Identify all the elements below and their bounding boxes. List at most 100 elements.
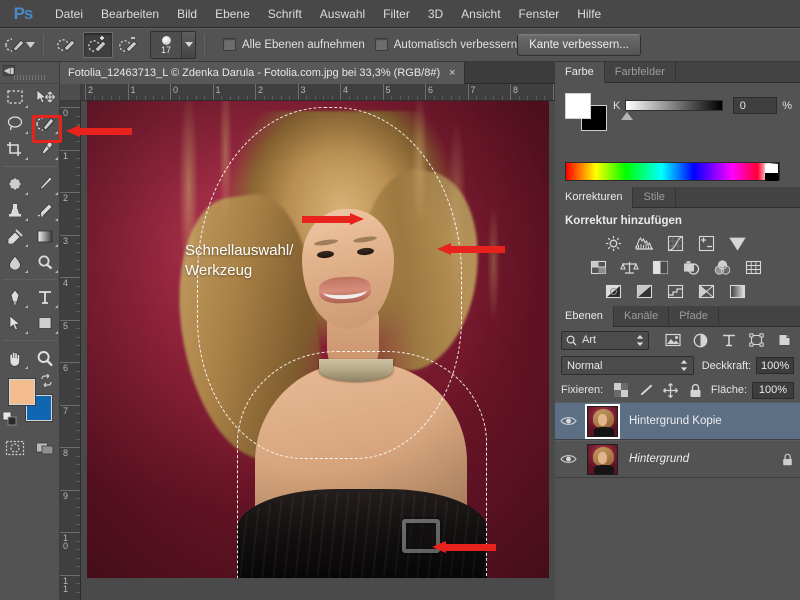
menu-filter[interactable]: Filter xyxy=(374,0,419,28)
menu-schrift[interactable]: Schrift xyxy=(259,0,311,28)
brush-size-picker[interactable]: 17 xyxy=(150,30,196,59)
tab-farbe[interactable]: Farbe xyxy=(555,62,605,83)
zoom-tool[interactable] xyxy=(30,345,60,371)
tools-panel-grip[interactable] xyxy=(14,75,46,80)
menu-datei[interactable]: Datei xyxy=(46,0,92,28)
layer-visibility-toggle[interactable] xyxy=(555,415,581,427)
eraser-tool[interactable] xyxy=(0,223,30,249)
default-colors-icon[interactable] xyxy=(2,411,17,429)
menu-ebene[interactable]: Ebene xyxy=(206,0,259,28)
history-brush-tool[interactable] xyxy=(30,197,60,223)
filter-smart-object-icon[interactable] xyxy=(775,331,794,350)
lock-all-icon[interactable] xyxy=(687,382,704,399)
spot-healing-brush-tool[interactable] xyxy=(0,171,30,197)
auto-enhance-checkbox-group[interactable]: Automatisch verbessern xyxy=(374,38,517,51)
quick-selection-tool-icon[interactable] xyxy=(4,32,26,58)
photo-filter-icon[interactable] xyxy=(680,258,702,277)
close-icon[interactable]: × xyxy=(449,67,455,79)
brightness-contrast-icon[interactable] xyxy=(603,234,625,253)
tab-farbfelder[interactable]: Farbfelder xyxy=(605,62,676,83)
layer-thumbnail[interactable] xyxy=(586,443,618,475)
all-layers-checkbox[interactable] xyxy=(223,38,236,51)
black-white-icon[interactable] xyxy=(649,258,671,277)
menu-bild[interactable]: Bild xyxy=(168,0,206,28)
hand-tool[interactable] xyxy=(0,345,30,371)
vertical-ruler[interactable]: 0 1 2 3 4 5 6 7 8 9 1 0 1 1 xyxy=(60,101,81,600)
lock-image-icon[interactable] xyxy=(637,382,654,399)
layer-thumbnail-cell[interactable] xyxy=(581,403,623,439)
tab-pfade[interactable]: Pfade xyxy=(669,306,719,327)
ruler-corner[interactable] xyxy=(60,84,81,101)
all-layers-checkbox-group[interactable]: Alle Ebenen aufnehmen xyxy=(223,38,365,51)
menu-auswahl[interactable]: Auswahl xyxy=(311,0,374,28)
tool-preset-chevron-down-icon[interactable] xyxy=(26,32,35,58)
curves-icon[interactable] xyxy=(665,234,687,253)
brush-chevron-down-icon[interactable] xyxy=(181,31,195,58)
auto-enhance-checkbox[interactable] xyxy=(374,38,388,51)
canvas-area[interactable]: Schnellauswahl/ Werkzeug xyxy=(81,101,555,600)
exposure-icon[interactable] xyxy=(696,234,718,253)
gradient-tool[interactable] xyxy=(30,223,60,249)
rectangle-tool[interactable] xyxy=(30,310,60,336)
invert-icon[interactable] xyxy=(603,282,625,301)
layer-filter-type-select[interactable]: Art xyxy=(561,330,649,350)
tab-ebenen[interactable]: Ebenen xyxy=(555,306,614,327)
lock-transparency-icon[interactable] xyxy=(612,382,629,399)
channel-mixer-icon[interactable] xyxy=(711,258,733,277)
dodge-tool[interactable] xyxy=(30,249,60,275)
fill-value[interactable]: 100% xyxy=(752,381,794,399)
tab-kanaele[interactable]: Kanäle xyxy=(614,306,670,327)
add-to-selection-button[interactable] xyxy=(83,31,113,58)
color-lookup-icon[interactable] xyxy=(742,258,764,277)
rectangular-marquee-tool[interactable] xyxy=(0,84,30,110)
menu-ansicht[interactable]: Ansicht xyxy=(452,0,509,28)
filter-type-icon[interactable] xyxy=(719,331,738,350)
quick-selection-tool[interactable] xyxy=(30,110,60,136)
threshold-icon[interactable] xyxy=(665,282,687,301)
levels-icon[interactable] xyxy=(634,234,656,253)
tab-korrekturen[interactable]: Korrekturen xyxy=(555,187,634,208)
eyedropper-tool[interactable] xyxy=(30,136,60,162)
document-image[interactable]: Schnellauswahl/ Werkzeug xyxy=(87,101,549,578)
spectrum-white-black[interactable] xyxy=(765,164,778,181)
hue-saturation-icon[interactable] xyxy=(587,258,609,277)
color-panel-foreground-swatch[interactable] xyxy=(565,93,591,119)
layer-thumbnail-cell[interactable] xyxy=(581,443,623,475)
table-row[interactable]: Hintergrund xyxy=(555,440,800,478)
horizontal-ruler[interactable]: 210123456789 xyxy=(81,84,555,101)
screen-mode-icon[interactable] xyxy=(30,433,60,463)
color-spectrum-ramp[interactable] xyxy=(565,162,780,181)
horizontal-type-tool[interactable] xyxy=(30,284,60,310)
document-tab[interactable]: Fotolia_12463713_L © Zdenka Darula - Fot… xyxy=(60,62,465,84)
filter-shape-icon[interactable] xyxy=(747,331,766,350)
k-slider-thumb[interactable] xyxy=(620,112,633,120)
path-selection-tool[interactable] xyxy=(0,310,30,336)
crop-tool[interactable] xyxy=(0,136,30,162)
selective-color-icon[interactable] xyxy=(696,282,718,301)
blend-mode-select[interactable]: Normal xyxy=(561,356,694,375)
subtract-from-selection-button[interactable] xyxy=(114,32,144,58)
filter-adjustment-icon[interactable] xyxy=(691,331,710,350)
blur-tool[interactable] xyxy=(0,249,30,275)
layer-name[interactable]: Hintergrund Kopie xyxy=(623,415,774,427)
brush-tool[interactable] xyxy=(30,171,60,197)
table-row[interactable]: Hintergrund Kopie xyxy=(555,402,800,440)
foreground-color-swatch[interactable] xyxy=(9,379,35,405)
layer-name[interactable]: Hintergrund xyxy=(623,453,774,465)
spectrum-white[interactable] xyxy=(765,164,778,173)
lock-position-icon[interactable] xyxy=(662,382,679,399)
clone-stamp-tool[interactable] xyxy=(0,197,30,223)
quick-mask-icon[interactable] xyxy=(0,433,30,463)
menu-hilfe[interactable]: Hilfe xyxy=(568,0,610,28)
opacity-value[interactable]: 100% xyxy=(756,357,794,374)
new-selection-button[interactable] xyxy=(52,32,82,58)
lasso-tool[interactable] xyxy=(0,110,30,136)
layer-visibility-toggle[interactable] xyxy=(555,453,581,465)
menu-3d[interactable]: 3D xyxy=(419,0,452,28)
k-value-field[interactable]: 0 xyxy=(732,97,778,114)
refine-edge-button[interactable]: Kante verbessern... xyxy=(517,33,641,56)
vibrance-icon[interactable] xyxy=(727,234,749,253)
menu-fenster[interactable]: Fenster xyxy=(510,0,569,28)
gradient-map-icon[interactable] xyxy=(727,282,749,301)
menu-bearbeiten[interactable]: Bearbeiten xyxy=(92,0,168,28)
